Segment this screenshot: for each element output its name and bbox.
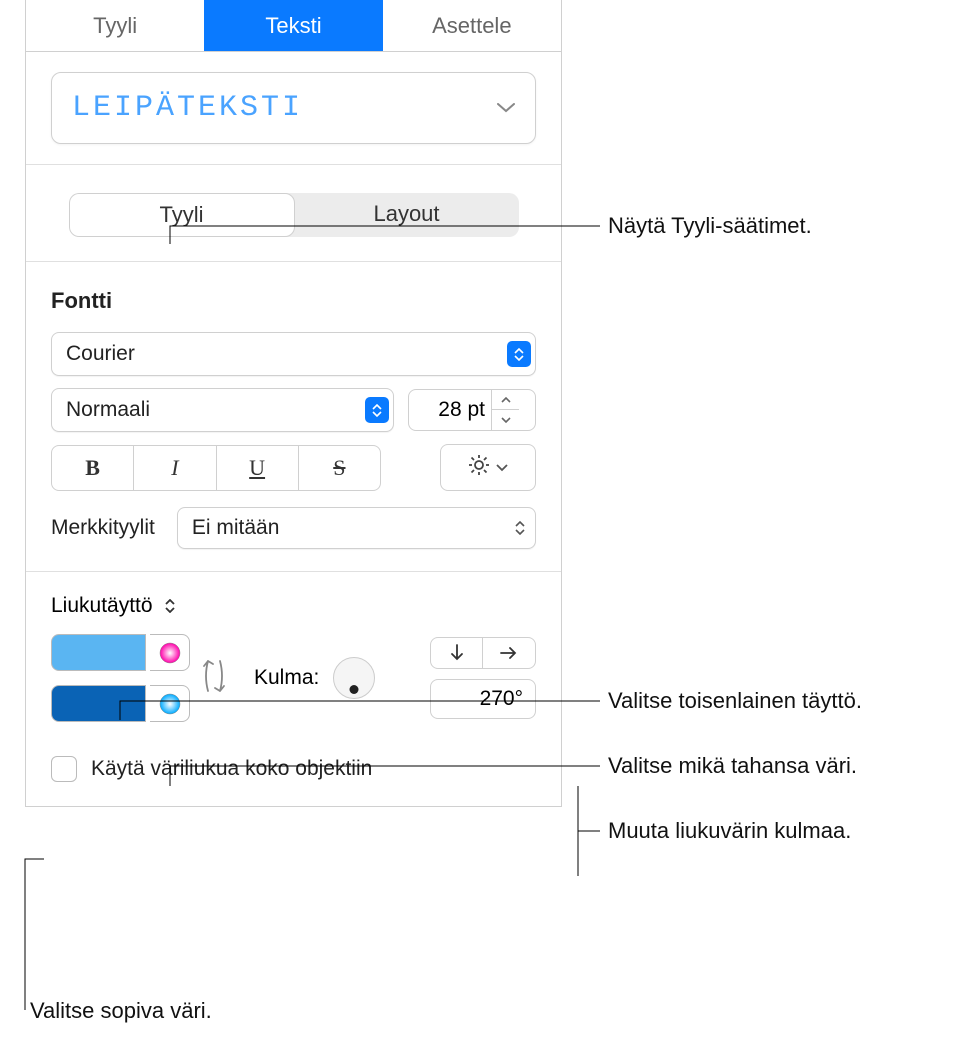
callout-any-color: Valitse mikä tahansa väri. — [608, 753, 857, 779]
angle-input[interactable] — [430, 679, 536, 719]
angle-dial[interactable] — [333, 657, 375, 699]
italic-button[interactable]: I — [134, 446, 216, 490]
updown-arrows-icon — [507, 341, 531, 367]
bold-button[interactable]: B — [52, 446, 134, 490]
angle-right-button[interactable] — [483, 638, 535, 668]
angle-direction-group — [430, 637, 536, 669]
angle-down-button[interactable] — [431, 638, 483, 668]
callout-style-controls: Näytä Tyyli-säätimet. — [608, 213, 812, 239]
strikethrough-button[interactable]: S — [299, 446, 380, 490]
paragraph-style-name: LEIPÄTEKSTI — [72, 91, 497, 125]
updown-arrows-icon — [509, 521, 531, 535]
fill-type-select[interactable]: Liukutäyttö — [51, 594, 536, 618]
tab-text[interactable]: Teksti — [204, 0, 382, 51]
font-weight-select[interactable]: Normaali — [51, 388, 394, 432]
size-step-down[interactable] — [492, 410, 519, 430]
swap-colors-icon[interactable] — [202, 651, 226, 706]
chevron-down-icon — [497, 103, 515, 113]
font-size-field[interactable] — [408, 389, 536, 431]
size-step-up[interactable] — [492, 390, 519, 410]
character-style-value: Ei mitään — [192, 516, 509, 540]
angle-label: Kulma: — [254, 666, 319, 690]
color-picker-2-button[interactable] — [150, 685, 190, 722]
font-family-value: Courier — [66, 342, 507, 366]
callout-fill-type: Valitse toisenlainen täyttö. — [608, 688, 862, 714]
gradient-color-2-swatch[interactable] — [51, 685, 146, 722]
text-format-group: B I U S — [51, 445, 381, 491]
callout-matching-color: Valitse sopiva väri. — [30, 998, 212, 1024]
divider — [26, 261, 561, 262]
updown-arrows-icon — [159, 599, 181, 613]
angle-dial-indicator — [350, 685, 359, 694]
gear-icon — [468, 454, 490, 481]
fill-type-value: Liukutäyttö — [51, 594, 153, 618]
updown-arrows-icon — [365, 397, 389, 423]
character-styles-label: Merkkityylit — [51, 516, 155, 540]
advanced-options-button[interactable] — [440, 444, 536, 491]
chevron-down-icon — [496, 459, 508, 477]
style-layout-segment: Tyyli Layout — [69, 193, 519, 237]
subtab-style[interactable]: Tyyli — [69, 193, 295, 237]
gradient-colors — [51, 634, 190, 722]
font-family-select[interactable]: Courier — [51, 332, 536, 376]
color-wheel-icon — [158, 692, 182, 716]
underline-button[interactable]: U — [217, 446, 299, 490]
tab-style[interactable]: Tyyli — [26, 0, 204, 51]
color-wheel-icon — [158, 641, 182, 665]
tab-arrange[interactable]: Asettele — [383, 0, 561, 51]
font-size-input[interactable] — [409, 390, 491, 430]
gradient-color-1-swatch[interactable] — [51, 634, 146, 671]
paragraph-style-picker[interactable]: LEIPÄTEKSTI — [51, 72, 536, 144]
top-tabs: Tyyli Teksti Asettele — [26, 0, 561, 52]
callout-angle: Muuta liukuvärin kulmaa. — [608, 818, 851, 844]
format-panel: Tyyli Teksti Asettele LEIPÄTEKSTI Tyyli … — [25, 0, 562, 807]
font-weight-value: Normaali — [66, 398, 365, 422]
character-style-select[interactable]: Ei mitään — [177, 507, 536, 549]
subtab-layout[interactable]: Layout — [295, 193, 519, 237]
apply-whole-object-checkbox[interactable] — [51, 756, 77, 782]
font-size-stepper — [491, 390, 519, 430]
apply-whole-object-label: Käytä väriliukua koko objektiin — [91, 757, 372, 781]
font-section-label: Fontti — [51, 288, 536, 314]
color-picker-1-button[interactable] — [150, 634, 190, 671]
